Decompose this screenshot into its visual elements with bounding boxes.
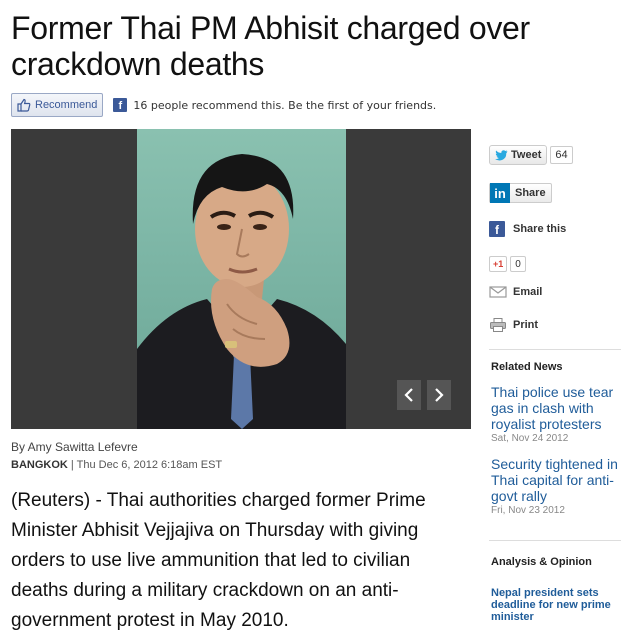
gplus-label: +1 xyxy=(493,259,504,269)
sidebar-divider xyxy=(489,349,621,350)
tweet-item: Tweet 64 xyxy=(489,145,573,165)
gplus-count: 0 xyxy=(510,256,526,272)
article-headline: Former Thai PM Abhisit charged over crac… xyxy=(11,10,530,82)
envelope-icon xyxy=(489,286,507,298)
recommend-count-text: 16 people recommend this. Be the first o… xyxy=(133,98,437,112)
facebook-share-label: Share this xyxy=(513,223,567,235)
related-news-date: Sat, Nov 24 2012 xyxy=(491,433,569,444)
photo-prev-button[interactable] xyxy=(397,380,421,410)
photo-image xyxy=(137,129,346,429)
article-lede: (Reuters) - Thai authorities charged for… xyxy=(11,490,426,631)
tweet-button[interactable]: Tweet xyxy=(489,145,548,165)
printer-icon xyxy=(490,318,506,332)
chevron-right-icon xyxy=(435,388,444,402)
linkedin-share-button[interactable]: in Share xyxy=(489,183,552,203)
related-news-date: Fri, Nov 23 2012 xyxy=(491,505,565,516)
analysis-link[interactable]: Nepal president sets deadline for new pr… xyxy=(491,587,623,623)
portrait-illustration xyxy=(137,154,346,429)
linkedin-item: in Share xyxy=(489,183,552,203)
article-photo[interactable] xyxy=(11,129,471,429)
recommend-label: Recommend xyxy=(35,99,98,111)
tweet-label: Tweet xyxy=(511,149,542,161)
related-news-heading: Related News xyxy=(491,361,563,373)
dateline-date: | Thu Dec 6, 2012 6:18am EST xyxy=(70,459,223,471)
tweet-count: 64 xyxy=(550,146,573,164)
gplus-item: +1 0 xyxy=(489,256,526,272)
print-label: Print xyxy=(513,319,539,331)
photo-next-button[interactable] xyxy=(427,380,451,410)
byline: By Amy Sawitta Lefevre xyxy=(11,440,138,454)
thumbs-up-icon xyxy=(17,98,31,112)
chevron-left-icon xyxy=(404,388,413,402)
related-news-link[interactable]: Security tightened in Thai capital for a… xyxy=(491,456,623,504)
dateline: BANGKOK | Thu Dec 6, 2012 6:18am EST xyxy=(11,459,222,471)
dateline-location: BANGKOK xyxy=(11,459,68,471)
facebook-icon: f xyxy=(113,98,128,112)
email-item[interactable]: Email xyxy=(489,285,542,299)
linkedin-icon: in xyxy=(490,183,510,203)
print-item[interactable]: Print xyxy=(489,318,538,332)
email-label: Email xyxy=(513,286,543,298)
analysis-heading: Analysis & Opinion xyxy=(491,556,592,568)
related-news-link[interactable]: Thai police use tear gas in clash with r… xyxy=(491,384,623,432)
facebook-icon: f xyxy=(489,221,505,237)
sidebar-divider xyxy=(489,540,621,541)
facebook-recommend-row: Recommend f 16 people recommend this. Be… xyxy=(11,93,436,117)
twitter-bird-icon xyxy=(495,149,508,160)
facebook-share-item[interactable]: f Share this xyxy=(489,221,566,237)
linkedin-label: Share xyxy=(515,187,546,199)
recommend-button[interactable]: Recommend xyxy=(11,93,104,117)
gplus-button[interactable]: +1 xyxy=(489,256,508,272)
